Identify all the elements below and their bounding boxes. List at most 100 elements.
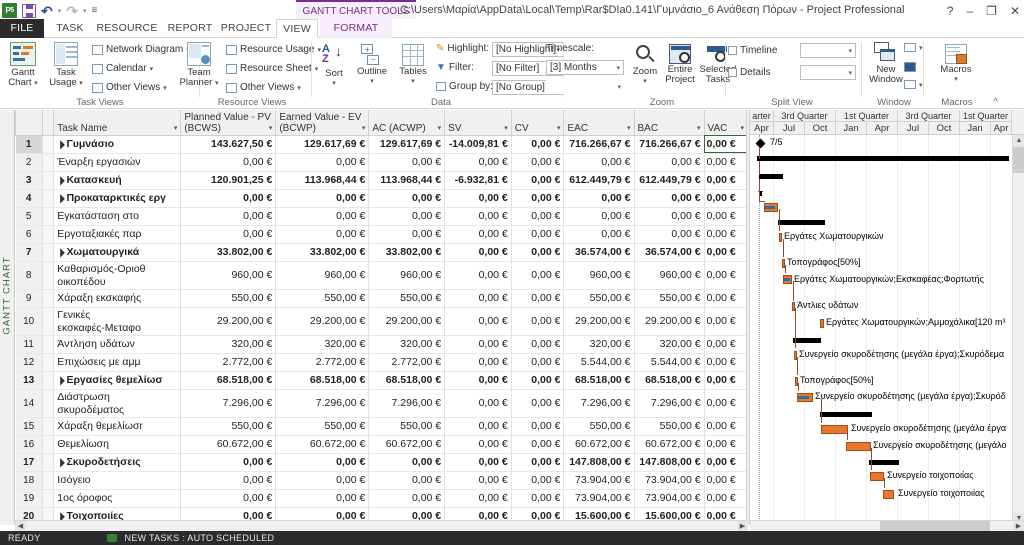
restore-icon[interactable]: ❐ xyxy=(986,4,997,18)
cell-ev[interactable]: 550,00 € xyxy=(275,417,370,436)
column-filter-icon[interactable]: ▾ xyxy=(697,124,701,132)
tab-resource[interactable]: RESOURCE xyxy=(94,19,160,38)
grid-horizontal-scrollbar[interactable]: ◀ ▶ xyxy=(15,520,748,532)
expand-collapse-icon[interactable]: ◢ xyxy=(54,456,67,470)
cell-sv[interactable]: 0,00 € xyxy=(444,189,512,208)
zoom-dropdown-icon[interactable]: ▾ xyxy=(628,77,662,87)
cell-eac[interactable]: 0,00 € xyxy=(563,225,635,244)
cell-vac[interactable]: 0,00 € xyxy=(704,471,748,490)
table-row[interactable]: 15 Χάραξη θεμελίωσr 550,00 €550,00 €550,00… xyxy=(15,417,748,436)
row-id-cell[interactable]: 5 xyxy=(15,207,43,226)
details-select[interactable]: ▾ xyxy=(800,65,856,80)
cell-cv[interactable]: 0,00 € xyxy=(511,453,565,472)
row-id-cell[interactable]: 2 xyxy=(15,153,43,172)
undo-icon[interactable]: ↶ xyxy=(41,4,53,18)
tab-report[interactable]: REPORT xyxy=(163,19,217,38)
cell-cv[interactable]: 0,00 € xyxy=(511,307,565,336)
row-indicator-cell[interactable] xyxy=(42,435,55,454)
cell-cv[interactable]: 0,00 € xyxy=(511,135,565,154)
row-indicator-cell[interactable] xyxy=(42,289,55,308)
cell-ac[interactable]: 0,00 € xyxy=(368,489,446,508)
help-icon[interactable]: ? xyxy=(947,4,954,18)
cell-bac[interactable]: 68.518,00 € xyxy=(634,371,705,390)
table-row[interactable]: 19 1ος όροφος 0,00 €0,00 €0,00 €0,00 €0,00… xyxy=(15,489,748,508)
timeline-checkbox-row[interactable]: Timeline xyxy=(728,45,777,56)
cell-ac[interactable]: 113.968,44 € xyxy=(368,171,446,190)
cell-cv[interactable]: 0,00 € xyxy=(511,471,565,490)
cell-ac[interactable]: 68.518,00 € xyxy=(368,371,446,390)
save-icon[interactable] xyxy=(22,3,36,18)
table-row[interactable]: 6 Εργοταξιακές παρ 0,00 €0,00 €0,00 €0,00 … xyxy=(15,225,748,244)
timescale-month[interactable]: Oct xyxy=(805,122,836,135)
chevron-down-icon[interactable]: ▾ xyxy=(848,69,852,77)
outline-button[interactable]: + − Outline ▾ xyxy=(352,44,392,87)
tables-dropdown-icon[interactable]: ▾ xyxy=(394,77,432,87)
cell-pv[interactable]: 0,00 € xyxy=(180,471,277,490)
cell-sv[interactable]: 0,00 € xyxy=(444,289,512,308)
tab-task[interactable]: TASK xyxy=(48,19,92,38)
cell-pv[interactable]: 0,00 € xyxy=(180,207,277,226)
cell-eac[interactable]: 960,00 € xyxy=(563,261,635,290)
cell-eac[interactable]: 147.808,00 € xyxy=(563,453,635,472)
row-id-cell[interactable]: 6 xyxy=(15,225,43,244)
cell-bac[interactable]: 73.904,00 € xyxy=(634,471,705,490)
timescale-month[interactable]: Jul xyxy=(898,122,929,135)
cell-vac[interactable]: 0,00 € xyxy=(704,453,748,472)
task-name-cell[interactable]: Επιχώσεις με αμμ xyxy=(53,353,182,372)
cell-ac[interactable]: 0,00 € xyxy=(368,453,446,472)
task-name-cell[interactable]: Έναρξη εργασιών xyxy=(53,153,182,172)
cell-sv[interactable]: 0,00 € xyxy=(444,453,512,472)
column-header-sv[interactable]: SV ▾ xyxy=(444,110,512,136)
cell-sv[interactable]: 0,00 € xyxy=(444,207,512,226)
cell-eac[interactable]: 0,00 € xyxy=(563,153,635,172)
timescale-month[interactable]: Jan xyxy=(836,122,867,135)
view-bar[interactable]: GANTT CHART xyxy=(0,110,15,525)
timeline-select[interactable]: ▾ xyxy=(800,43,856,58)
timescale-quarter[interactable]: 3rd Quarter xyxy=(774,110,836,122)
ribbon-tabstrip[interactable]: FILE TASK RESOURCE REPORT PROJECT VIEW F… xyxy=(0,19,1024,38)
close-icon[interactable]: ✕ xyxy=(1010,4,1020,18)
cell-bac[interactable]: 60.672,00 € xyxy=(634,435,705,454)
cell-ev[interactable]: 0,00 € xyxy=(275,225,370,244)
cell-pv[interactable]: 0,00 € xyxy=(180,489,277,508)
cell-cv[interactable]: 0,00 € xyxy=(511,489,565,508)
cell-ac[interactable]: 960,00 € xyxy=(368,261,446,290)
split-window-button[interactable] xyxy=(904,62,916,72)
task-name-cell[interactable]: Χάραξη εκσκαφής xyxy=(53,289,182,308)
summary-bar-row7[interactable] xyxy=(778,220,825,225)
table-row[interactable]: 11 Άντληση υδάτων 320,00 €320,00 €320,00 €… xyxy=(15,335,748,354)
resource-other-views-dropdown-icon[interactable]: ▾ xyxy=(297,84,301,92)
cell-pv[interactable]: 120.901,25 € xyxy=(180,171,277,190)
cell-eac[interactable]: 612.449,79 € xyxy=(563,171,635,190)
cell-ev[interactable]: 0,00 € xyxy=(275,153,370,172)
cell-cv[interactable]: 0,00 € xyxy=(511,225,565,244)
table-row[interactable]: 8 Καθαρισμός-Οριοθ οικοπέδου 960,00 €960,00… xyxy=(15,261,748,290)
row-id-cell[interactable]: 3 xyxy=(15,171,43,190)
timescale-quarter[interactable]: arter xyxy=(750,110,774,122)
column-filter-icon[interactable]: ▾ xyxy=(269,124,273,132)
cell-bac[interactable]: 960,00 € xyxy=(634,261,705,290)
cell-ev[interactable]: 550,00 € xyxy=(275,289,370,308)
task-other-views-dropdown-icon[interactable]: ▾ xyxy=(163,84,167,92)
task-name-cell[interactable]: Εργοταξιακές παρ xyxy=(53,225,182,244)
hide-window-button[interactable]: ▾ xyxy=(904,80,923,89)
column-header-ev[interactable]: Earned Value - EV (BCWP) ▾ xyxy=(275,110,370,136)
outline-dropdown-icon[interactable]: ▾ xyxy=(352,77,392,87)
cell-ev[interactable]: 68.518,00 € xyxy=(275,371,370,390)
cell-pv[interactable]: 0,00 € xyxy=(180,225,277,244)
task-usage-button[interactable]: Task Usage ▾ xyxy=(46,42,86,89)
table-row[interactable]: 18 Ισόγειο 0,00 €0,00 €0,00 €0,00 €0,00 €7… xyxy=(15,471,748,490)
timescale-month[interactable]: Apr xyxy=(867,122,898,135)
cell-bac[interactable]: 0,00 € xyxy=(634,225,705,244)
expand-collapse-icon[interactable]: ◢ xyxy=(54,174,67,188)
cell-ac[interactable]: 33.802,00 € xyxy=(368,243,446,262)
row-id-cell[interactable]: 8 xyxy=(15,261,43,290)
team-planner-button[interactable]: Team Planner ▾ xyxy=(172,42,226,89)
column-filter-icon[interactable]: ▾ xyxy=(174,124,178,132)
cell-eac[interactable]: 0,00 € xyxy=(563,207,635,226)
table-row[interactable]: 13 ◢Εργασίες θεμελίωσ 68.518,00 €68.518,00… xyxy=(15,371,748,390)
task-usage-dropdown-icon[interactable]: ▾ xyxy=(79,80,83,87)
cell-eac[interactable]: 716.266,67 € xyxy=(563,135,635,154)
cell-ev[interactable]: 29.200,00 € xyxy=(275,307,370,336)
task-name-cell[interactable]: 1ος όροφος xyxy=(53,489,182,508)
